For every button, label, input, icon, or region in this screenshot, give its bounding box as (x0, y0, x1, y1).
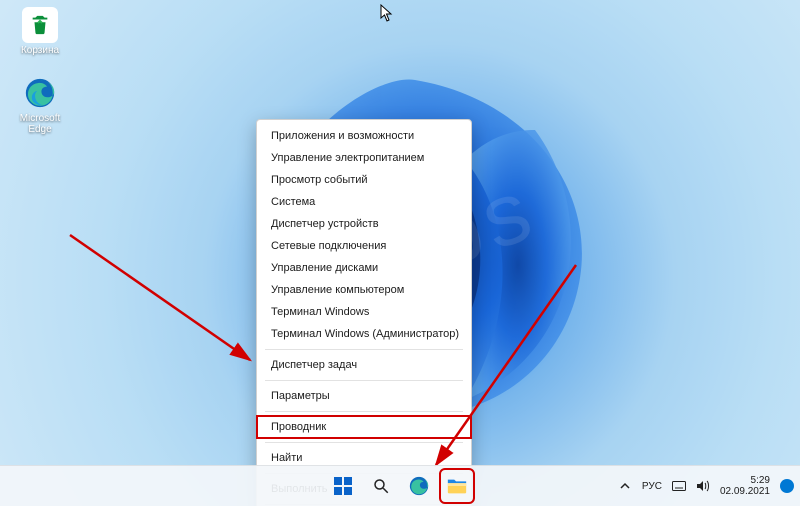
clock-time: 5:29 (720, 475, 770, 486)
annotation-arrow-1 (65, 230, 265, 380)
edge-taskbar-icon[interactable] (403, 470, 435, 502)
language-indicator[interactable]: РУС (642, 481, 662, 492)
menu-separator (265, 411, 463, 412)
menu-file-explorer[interactable]: Проводник (257, 416, 471, 438)
taskbar-center (327, 470, 473, 502)
recycle-bin-label: Корзина (21, 45, 59, 56)
recycle-bin-icon[interactable]: Корзина (8, 7, 72, 56)
menu-windows-terminal[interactable]: Терминал Windows (257, 301, 471, 323)
edge-glyph (22, 75, 58, 111)
notification-badge[interactable] (780, 479, 794, 493)
menu-task-manager[interactable]: Диспетчер задач (257, 354, 471, 376)
tray-overflow-icon[interactable] (618, 479, 632, 493)
winx-context-menu: Приложения и возможности Управление элек… (256, 119, 472, 506)
menu-separator (265, 380, 463, 381)
menu-network-connections[interactable]: Сетевые подключения (257, 235, 471, 257)
menu-disk-management[interactable]: Управление дисками (257, 257, 471, 279)
system-tray: РУС 5:29 02.09.2021 (618, 475, 794, 497)
clock[interactable]: 5:29 02.09.2021 (720, 475, 770, 497)
mouse-cursor-icon (380, 4, 394, 22)
menu-separator (265, 442, 463, 443)
menu-computer-management[interactable]: Управление компьютером (257, 279, 471, 301)
speaker-icon[interactable] (696, 479, 710, 493)
menu-event-viewer[interactable]: Просмотр событий (257, 169, 471, 191)
search-icon[interactable] (365, 470, 397, 502)
edge-desktop-icon[interactable]: Microsoft Edge (8, 75, 72, 135)
menu-device-manager[interactable]: Диспетчер устройств (257, 213, 471, 235)
menu-separator (265, 349, 463, 350)
file-explorer-icon[interactable] (441, 470, 473, 502)
menu-apps-and-features[interactable]: Приложения и возможности (257, 125, 471, 147)
desktop[interactable]: wstips Корзина Microsoft Edge Приложения… (0, 0, 800, 506)
clock-date: 02.09.2021 (720, 486, 770, 497)
recycle-bin-glyph (22, 7, 58, 43)
menu-power-options[interactable]: Управление электропитанием (257, 147, 471, 169)
start-button[interactable] (327, 470, 359, 502)
keyboard-icon[interactable] (672, 479, 686, 493)
edge-desktop-label: Microsoft Edge (20, 113, 61, 135)
menu-windows-terminal-admin[interactable]: Терминал Windows (Администратор) (257, 323, 471, 345)
taskbar: РУС 5:29 02.09.2021 (0, 465, 800, 506)
menu-settings[interactable]: Параметры (257, 385, 471, 407)
menu-system[interactable]: Система (257, 191, 471, 213)
